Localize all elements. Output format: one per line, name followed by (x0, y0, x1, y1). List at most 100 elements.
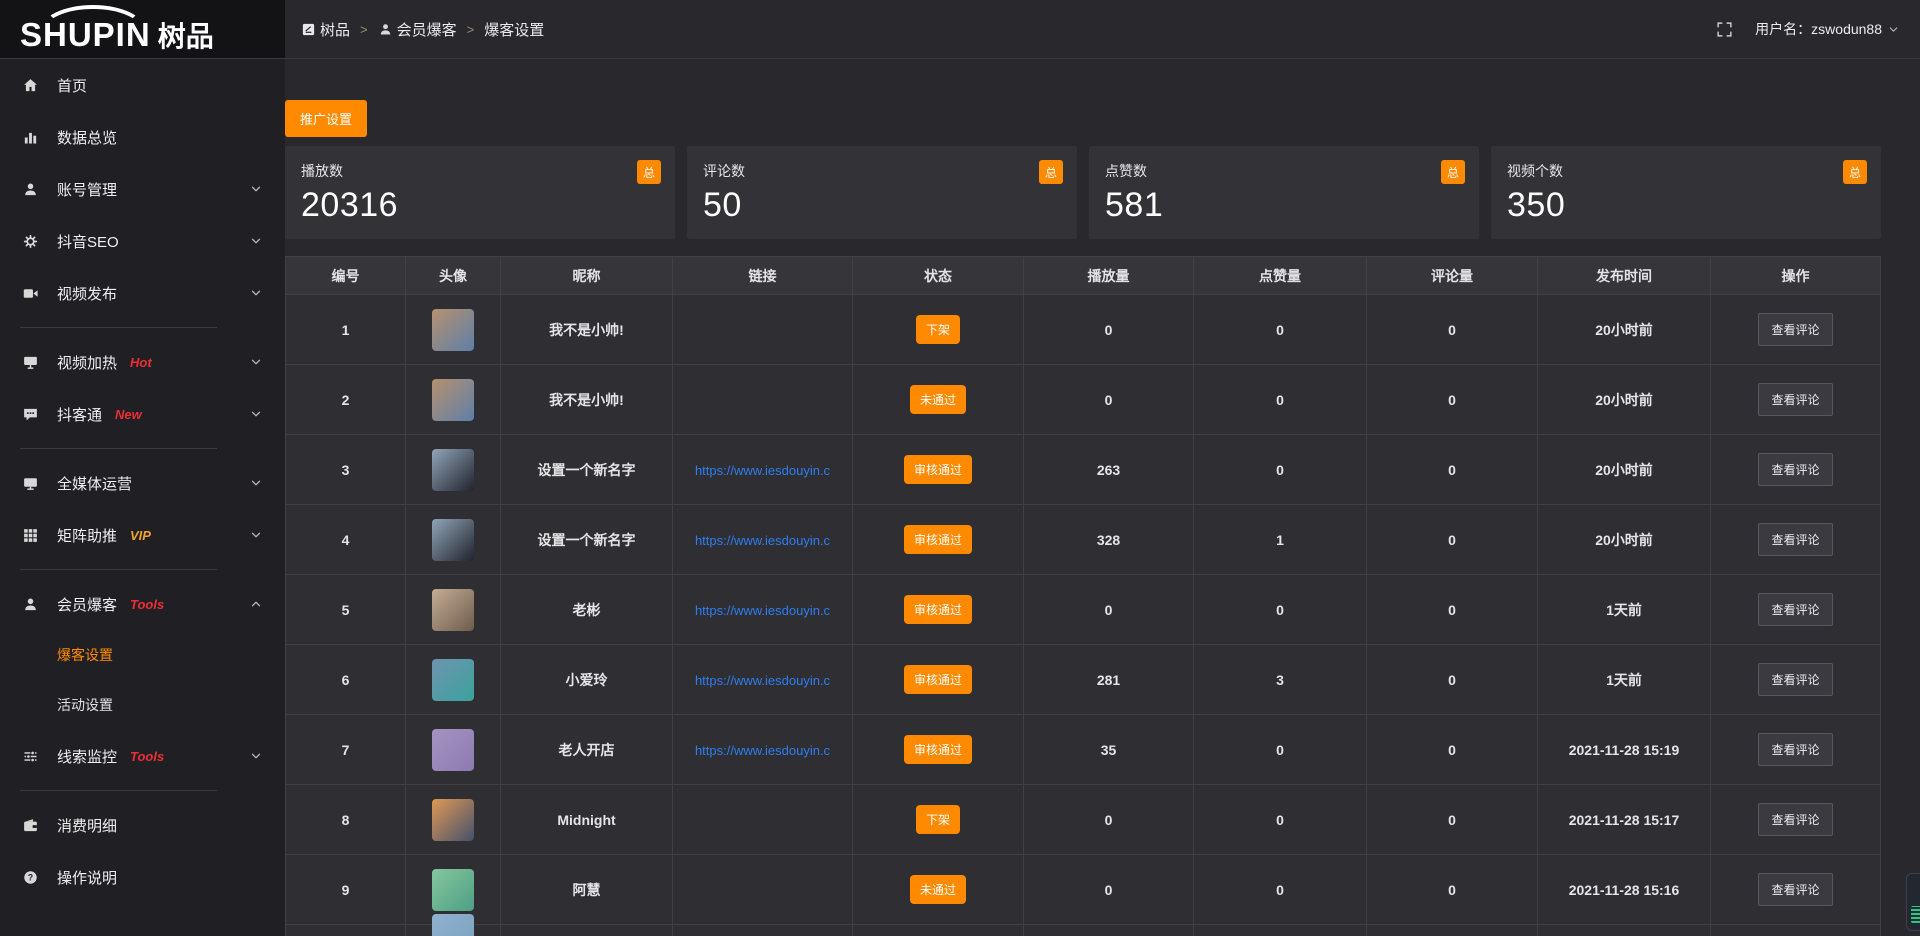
chevron-down-icon (249, 407, 263, 421)
status-badge[interactable]: 审核通过 (904, 595, 972, 624)
stat-card-评论数: 评论数50总 (687, 146, 1077, 239)
member-icon (21, 595, 39, 613)
video-link[interactable]: https://www.iesdouyin.c (695, 603, 830, 618)
floating-widget[interactable] (1906, 873, 1920, 931)
view-comments-button[interactable]: 查看评论 (1758, 873, 1832, 906)
status-badge[interactable]: 未通过 (910, 385, 966, 414)
cell-nickname: 我不是小帅! (501, 365, 673, 435)
cell-actions: 查看评论 (1711, 855, 1881, 925)
breadcrumb-label: 会员爆客 (397, 19, 457, 40)
cell-comments (1367, 925, 1538, 936)
view-comments-button[interactable]: 查看评论 (1758, 733, 1832, 766)
sidebar-item-线索监控[interactable]: 线索监控Tools (0, 730, 285, 782)
view-comments-button[interactable]: 查看评论 (1758, 313, 1832, 346)
sidebar: 首页数据总览账号管理抖音SEO视频发布视频加热Hot抖客通New全媒体运营矩阵助… (0, 59, 285, 936)
app-logo[interactable]: SHUPIN树品 (0, 0, 285, 58)
cell-actions: 查看评论 (1711, 505, 1881, 575)
sidebar-item-视频发布[interactable]: 视频发布 (0, 267, 285, 319)
cell-nickname: 我不是小帅! (501, 295, 673, 365)
sidebar-item-会员爆客[interactable]: 会员爆客Tools (0, 578, 285, 630)
avatar (432, 519, 474, 561)
cell-status: 审核通过 (853, 505, 1024, 575)
sidebar-item-全媒体运营[interactable]: 全媒体运营 (0, 457, 285, 509)
view-comments-button[interactable]: 查看评论 (1758, 803, 1832, 836)
view-comments-button[interactable]: 查看评论 (1758, 453, 1832, 486)
sidebar-subitem-爆客设置[interactable]: 爆客设置 (0, 630, 285, 680)
stat-card-label: 评论数 (703, 161, 1061, 181)
view-comments-button[interactable]: 查看评论 (1758, 383, 1832, 416)
cell-plays: 0 (1024, 295, 1194, 365)
sidebar-item-消费明细[interactable]: 消费明细 (0, 799, 285, 851)
video-link[interactable]: https://www.iesdouyin.c (695, 673, 830, 688)
sidebar-item-tag: Tools (130, 597, 164, 612)
sidebar-subitem-活动设置[interactable]: 活动设置 (0, 680, 285, 730)
status-badge[interactable]: 未通过 (910, 875, 966, 904)
battery-icon (1911, 906, 1920, 923)
fullscreen-icon[interactable] (1716, 21, 1733, 38)
grid-icon (21, 526, 39, 544)
view-comments-button[interactable]: 查看评论 (1758, 593, 1832, 626)
user-icon (378, 22, 393, 37)
sidebar-item-首页[interactable]: 首页 (0, 59, 285, 111)
cell-publish-time: 1天前 (1538, 645, 1711, 715)
video-link[interactable]: https://www.iesdouyin.c (695, 743, 830, 758)
cell-likes (1194, 925, 1367, 936)
status-badge[interactable]: 下架 (916, 805, 960, 834)
cell-status (853, 925, 1024, 936)
video-link[interactable]: https://www.iesdouyin.c (695, 463, 830, 478)
video-table-wrap: 编号头像昵称链接状态播放量点赞量评论量发布时间操作1我不是小帅!下架00020小… (285, 256, 1920, 936)
promo-settings-button[interactable]: 推广设置 (285, 100, 367, 137)
cell-publish-time: 2021-11-28 15:17 (1538, 785, 1711, 855)
stat-card-value: 581 (1105, 186, 1463, 225)
breadcrumb-item-section[interactable]: 会员爆客 (378, 19, 457, 40)
stat-card-value: 350 (1507, 186, 1865, 225)
cell-actions: 查看评论 (1711, 435, 1881, 505)
user-icon (21, 180, 39, 198)
sidebar-item-矩阵助推[interactable]: 矩阵助推VIP (0, 509, 285, 561)
column-header-链接: 链接 (673, 257, 853, 295)
screen-icon (21, 474, 39, 492)
cell-status: 审核通过 (853, 645, 1024, 715)
cell-publish-time: 2021-11-28 15:19 (1538, 715, 1711, 785)
avatar (432, 799, 474, 841)
sidebar-item-label: 矩阵助推 (57, 525, 117, 546)
cell-status: 审核通过 (853, 575, 1024, 645)
sidebar-item-抖音SEO[interactable]: 抖音SEO (0, 215, 285, 267)
cell-plays: 35 (1024, 715, 1194, 785)
sidebar-item-label: 视频加热 (57, 352, 117, 373)
view-comments-button[interactable]: 查看评论 (1758, 523, 1832, 556)
sidebar-item-抖客通[interactable]: 抖客通New (0, 388, 285, 440)
status-badge[interactable]: 审核通过 (904, 455, 972, 484)
cell-comments: 0 (1367, 715, 1538, 785)
table-row: 6小爱玲https://www.iesdouyin.c审核通过281301天前查… (286, 645, 1881, 715)
cell-plays: 328 (1024, 505, 1194, 575)
view-comments-button[interactable]: 查看评论 (1758, 663, 1832, 696)
cell-link: https://www.iesdouyin.c (673, 505, 853, 575)
chat-icon (21, 405, 39, 423)
avatar (432, 309, 474, 351)
video-link[interactable]: https://www.iesdouyin.c (695, 533, 830, 548)
sidebar-item-数据总览[interactable]: 数据总览 (0, 111, 285, 163)
sidebar-item-label: 线索监控 (57, 746, 117, 767)
breadcrumb-separator: > (467, 22, 475, 37)
status-badge[interactable]: 审核通过 (904, 735, 972, 764)
sidebar-item-操作说明[interactable]: ?操作说明 (0, 851, 285, 903)
breadcrumb-item-home[interactable]: 树品 (301, 19, 350, 40)
cell-plays (1024, 925, 1194, 936)
cell-actions: 查看评论 (1711, 645, 1881, 715)
cell-nickname: 小爱玲 (501, 645, 673, 715)
sidebar-item-账号管理[interactable]: 账号管理 (0, 163, 285, 215)
cell-comments: 0 (1367, 505, 1538, 575)
sidebar-item-label: 账号管理 (57, 179, 117, 200)
sidebar-divider (20, 790, 217, 791)
status-badge[interactable]: 审核通过 (904, 525, 972, 554)
user-menu[interactable]: 用户名：zswodun88 (1755, 19, 1900, 39)
cell-plays: 0 (1024, 785, 1194, 855)
stat-card-label: 视频个数 (1507, 161, 1865, 181)
status-badge[interactable]: 下架 (916, 315, 960, 344)
avatar (432, 589, 474, 631)
total-badge: 总 (637, 160, 661, 184)
sidebar-item-视频加热[interactable]: 视频加热Hot (0, 336, 285, 388)
cell-plays: 0 (1024, 855, 1194, 925)
status-badge[interactable]: 审核通过 (904, 665, 972, 694)
